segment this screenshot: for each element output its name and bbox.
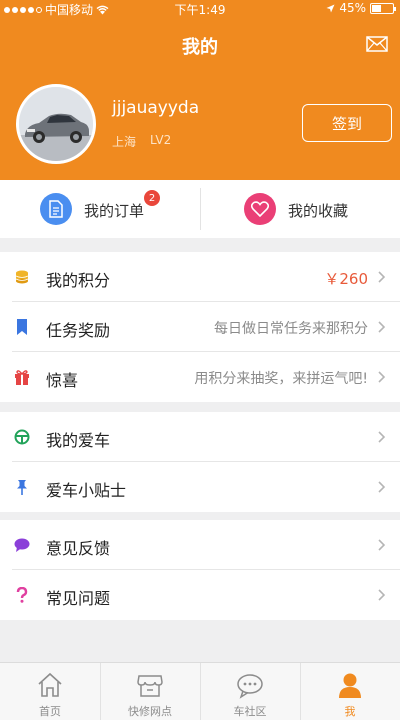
tab-repair-shops[interactable]: 快修网点 — [100, 663, 200, 720]
status-right: 45% — [326, 1, 396, 15]
battery-icon — [370, 2, 396, 14]
status-bar: 中国移动 下午1:49 45% — [0, 0, 400, 18]
menu-label: 我的爱车 — [46, 431, 111, 450]
car-avatar-image — [19, 87, 93, 161]
mail-icon[interactable] — [366, 36, 388, 52]
home-icon — [38, 672, 62, 697]
username: jjjauayyda — [112, 98, 200, 118]
orders-link[interactable]: 我的订单 — [84, 200, 144, 221]
user-location: 上海 — [112, 135, 137, 149]
menu-label: 爱车小贴士 — [46, 481, 127, 500]
shop-icon — [137, 675, 163, 697]
gift-icon — [15, 370, 29, 385]
page-title: 我的 — [182, 37, 218, 58]
bookmark-icon — [17, 319, 27, 335]
tab-label: 快修网点 — [128, 705, 172, 718]
checkin-button[interactable]: 签到 — [302, 104, 392, 142]
user-icon — [339, 673, 361, 698]
location-arrow-icon — [326, 4, 335, 12]
coins-icon — [15, 270, 29, 284]
menu-item-tasks[interactable]: 任务奖励 每日做日常任务来那积分 — [0, 302, 400, 352]
surprise-hint: 用积分来抽奖，来拼运气吧! — [194, 371, 368, 387]
user-level: LV2 — [150, 133, 172, 147]
profile-header: 中国移动 下午1:49 45% 我的 jjjauayyda 上海 LV2 签到 — [0, 0, 400, 180]
tab-label: 车社区 — [233, 705, 267, 718]
chevron-right-icon — [378, 321, 386, 333]
chat-bubble-icon — [14, 538, 30, 552]
menu-item-surprise[interactable]: 惊喜 用积分来抽奖，来拼运气吧! — [0, 352, 400, 402]
menu-item-faq[interactable]: 常见问题 — [0, 570, 400, 620]
menu-label: 我的积分 — [46, 271, 111, 290]
menu-item-car-tips[interactable]: 爱车小贴士 — [0, 462, 400, 512]
chevron-right-icon — [378, 431, 386, 443]
menu-label: 常见问题 — [46, 589, 111, 608]
tab-me[interactable]: 我 — [300, 663, 400, 720]
menu-label: 惊喜 — [46, 371, 79, 390]
tab-community[interactable]: 车社区 — [200, 663, 300, 720]
tab-label: 我 — [344, 705, 356, 718]
battery-percent: 45% — [339, 1, 366, 15]
orders-icon[interactable] — [40, 193, 72, 225]
menu-item-feedback[interactable]: 意见反馈 — [0, 520, 400, 570]
chat-icon — [237, 674, 263, 699]
pin-icon — [17, 480, 27, 495]
steering-wheel-icon — [14, 429, 30, 445]
chevron-right-icon — [378, 539, 386, 551]
orders-count-badge: 2 — [144, 190, 160, 206]
tasks-hint: 每日做日常任务来那积分 — [214, 321, 368, 337]
favorites-link[interactable]: 我的收藏 — [288, 200, 348, 221]
menu-label: 任务奖励 — [46, 321, 111, 340]
menu-item-points[interactable]: 我的积分 ￥260 — [0, 252, 400, 302]
menu-label: 意见反馈 — [46, 539, 111, 558]
avatar[interactable] — [16, 84, 96, 164]
quick-divider — [200, 188, 201, 230]
tab-label: 首页 — [39, 705, 61, 718]
points-value: ￥260 — [324, 270, 368, 288]
chevron-right-icon — [378, 271, 386, 283]
question-icon — [16, 587, 28, 603]
chevron-right-icon — [378, 589, 386, 601]
menu-item-my-car[interactable]: 我的爱车 — [0, 412, 400, 462]
chevron-right-icon — [378, 371, 386, 383]
chevron-right-icon — [378, 481, 386, 493]
tab-bar: 首页 快修网点 车社区 我 — [0, 662, 400, 720]
heart-icon[interactable] — [244, 193, 276, 225]
tab-home[interactable]: 首页 — [0, 663, 100, 720]
